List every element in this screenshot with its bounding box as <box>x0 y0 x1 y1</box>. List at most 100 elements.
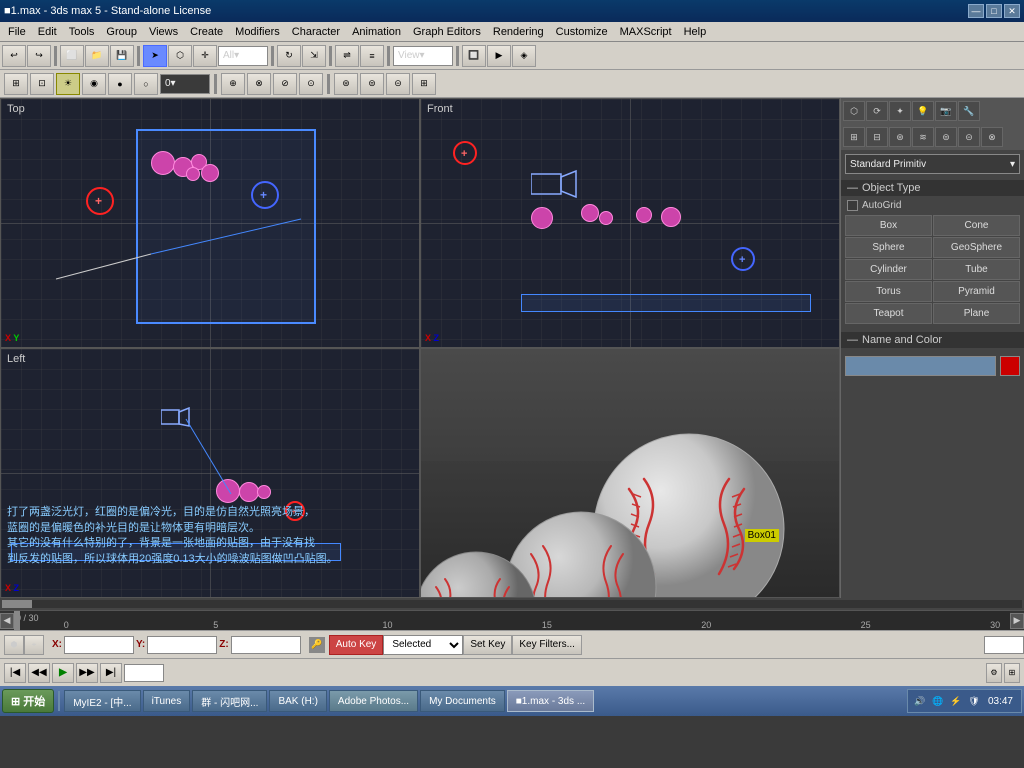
sub-btn-12[interactable]: ⊜ <box>360 73 384 95</box>
scene-icon-2[interactable]: ⌖ <box>24 635 44 655</box>
cone-btn[interactable]: Cone <box>933 215 1020 236</box>
panel-icon-4[interactable]: 💡 <box>912 101 934 121</box>
plane-btn[interactable]: Plane <box>933 303 1020 324</box>
panel-icon-3[interactable]: ✦ <box>889 101 911 121</box>
timeline-track[interactable]: 0 / 30 0 5 10 15 20 25 30 <box>14 611 1010 630</box>
color-swatch[interactable] <box>1000 356 1020 376</box>
geosphere-btn[interactable]: GeoSphere <box>933 237 1020 258</box>
primitives-dropdown[interactable]: Standard Primitiv ▾ <box>845 154 1020 174</box>
quick-render-button[interactable]: ▶ <box>487 45 511 67</box>
panel-icon-5[interactable]: 📷 <box>935 101 957 121</box>
panel-icon-11[interactable]: ⊜ <box>935 127 957 147</box>
anim-time-btn[interactable]: ⊞ <box>1004 663 1020 683</box>
menu-rendering[interactable]: Rendering <box>487 24 550 40</box>
select-filter-dropdown[interactable]: All▾ <box>218 46 268 66</box>
scale-button[interactable]: ⇲ <box>302 45 326 67</box>
menu-edit[interactable]: Edit <box>32 24 63 40</box>
sub-btn-2[interactable]: ⊡ <box>30 73 54 95</box>
menu-group[interactable]: Group <box>100 24 143 40</box>
menu-graph-editors[interactable]: Graph Editors <box>407 24 487 40</box>
start-button[interactable]: ⊞ 开始 <box>2 689 54 713</box>
sub-btn-7[interactable]: ⊕ <box>221 73 245 95</box>
auto-key-button[interactable]: Auto Key <box>329 635 384 655</box>
sub-btn-8[interactable]: ⊗ <box>247 73 271 95</box>
sphere-btn[interactable]: Sphere <box>845 237 932 258</box>
sub-btn-11[interactable]: ⊛ <box>334 73 358 95</box>
timeline-left-btn[interactable]: ◀ <box>0 613 14 629</box>
z-coord-input[interactable] <box>231 636 301 654</box>
minimize-button[interactable]: — <box>968 4 984 18</box>
menu-maxscript[interactable]: MAXScript <box>614 24 678 40</box>
restore-button[interactable]: □ <box>986 4 1002 18</box>
menu-file[interactable]: File <box>2 24 32 40</box>
x-coord-input[interactable] <box>64 636 134 654</box>
keyframe-dropdown[interactable]: 0▾ <box>160 74 210 94</box>
adobe-taskbar-btn[interactable]: Adobe Photos... <box>329 690 418 712</box>
select-object-button[interactable]: ➤ <box>143 45 167 67</box>
new-scene-button[interactable]: ⬜ <box>60 45 84 67</box>
panel-icon-8[interactable]: ⊟ <box>866 127 888 147</box>
open-button[interactable]: 📁 <box>85 45 109 67</box>
menu-modifiers[interactable]: Modifiers <box>229 24 286 40</box>
mirror-button[interactable]: ⇌ <box>335 45 359 67</box>
panel-icon-2[interactable]: ⟳ <box>866 101 888 121</box>
menu-character[interactable]: Character <box>286 24 346 40</box>
panel-icon-6[interactable]: 🔧 <box>958 101 980 121</box>
goto-start-button[interactable]: |◀ <box>4 663 26 683</box>
align-button[interactable]: ≡ <box>360 45 384 67</box>
menu-customize[interactable]: Customize <box>550 24 614 40</box>
menu-tools[interactable]: Tools <box>63 24 101 40</box>
panel-icon-7[interactable]: ⊞ <box>843 127 865 147</box>
rotate-button[interactable]: ↻ <box>277 45 301 67</box>
viewport-front[interactable]: Front + + X Z <box>420 98 840 348</box>
name-section-collapse-btn[interactable]: — <box>847 334 858 346</box>
next-frame-button[interactable]: ▶▶ <box>76 663 98 683</box>
sub-btn-3[interactable]: ☀ <box>56 73 80 95</box>
scene-icon-1[interactable]: ⬢ <box>4 635 24 655</box>
timeline-right-btn[interactable]: ▶ <box>1010 613 1024 629</box>
frame-input[interactable]: 0 <box>984 636 1024 654</box>
viewport-camera[interactable]: Camera01 <box>420 348 840 598</box>
sub-btn-6[interactable]: ○ <box>134 73 158 95</box>
sub-btn-9[interactable]: ⊘ <box>273 73 297 95</box>
max-taskbar-btn[interactable]: ■1.max - 3ds ... <box>507 690 594 712</box>
cylinder-btn[interactable]: Cylinder <box>845 259 932 280</box>
save-button[interactable]: 💾 <box>110 45 134 67</box>
viewport-top[interactable]: Top + + X Y <box>0 98 420 348</box>
panel-icon-10[interactable]: ≋ <box>912 127 934 147</box>
myie-taskbar-btn[interactable]: MyIE2 - [中... <box>64 690 140 712</box>
sub-btn-10[interactable]: ⊙ <box>299 73 323 95</box>
section-collapse-btn[interactable]: — <box>847 182 858 194</box>
y-coord-input[interactable] <box>147 636 217 654</box>
sub-btn-1[interactable]: ⊞ <box>4 73 28 95</box>
teapot-btn[interactable]: Teapot <box>845 303 932 324</box>
move-button[interactable]: ✛ <box>193 45 217 67</box>
sub-btn-13[interactable]: ⊝ <box>386 73 410 95</box>
menu-create[interactable]: Create <box>184 24 229 40</box>
box-btn[interactable]: Box <box>845 215 932 236</box>
autogrid-checkbox[interactable] <box>847 200 858 211</box>
set-key-button[interactable]: Set Key <box>463 635 512 655</box>
menu-animation[interactable]: Animation <box>346 24 407 40</box>
view-dropdown[interactable]: View▾ <box>393 46 453 66</box>
material-editor-button[interactable]: ◈ <box>512 45 536 67</box>
undo-button[interactable]: ↩ <box>2 45 26 67</box>
play-button[interactable]: ▶ <box>52 663 74 683</box>
key-filters-button[interactable]: Key Filters... <box>512 635 582 655</box>
goto-end-button[interactable]: ▶| <box>100 663 122 683</box>
viewport-left[interactable]: Left + 打了两盏泛光灯，红圈的是偏冷光，目的是仿自然光照亮场景， <box>0 348 420 598</box>
menu-views[interactable]: Views <box>143 24 184 40</box>
playhead[interactable] <box>14 611 20 630</box>
redo-button[interactable]: ↪ <box>27 45 51 67</box>
scroll-thumb[interactable] <box>2 600 32 608</box>
mydocs-taskbar-btn[interactable]: My Documents <box>420 690 505 712</box>
name-input[interactable] <box>845 356 996 376</box>
bak-taskbar-btn[interactable]: BAK (H:) <box>269 690 326 712</box>
panel-icon-9[interactable]: ⊛ <box>889 127 911 147</box>
panel-icon-1[interactable]: ⬡ <box>843 101 865 121</box>
sub-btn-5[interactable]: ● <box>108 73 132 95</box>
itunes-taskbar-btn[interactable]: iTunes <box>143 690 191 712</box>
selected-dropdown[interactable]: Selected <box>383 635 463 655</box>
torus-btn[interactable]: Torus <box>845 281 932 302</box>
prev-frame-button[interactable]: ◀◀ <box>28 663 50 683</box>
